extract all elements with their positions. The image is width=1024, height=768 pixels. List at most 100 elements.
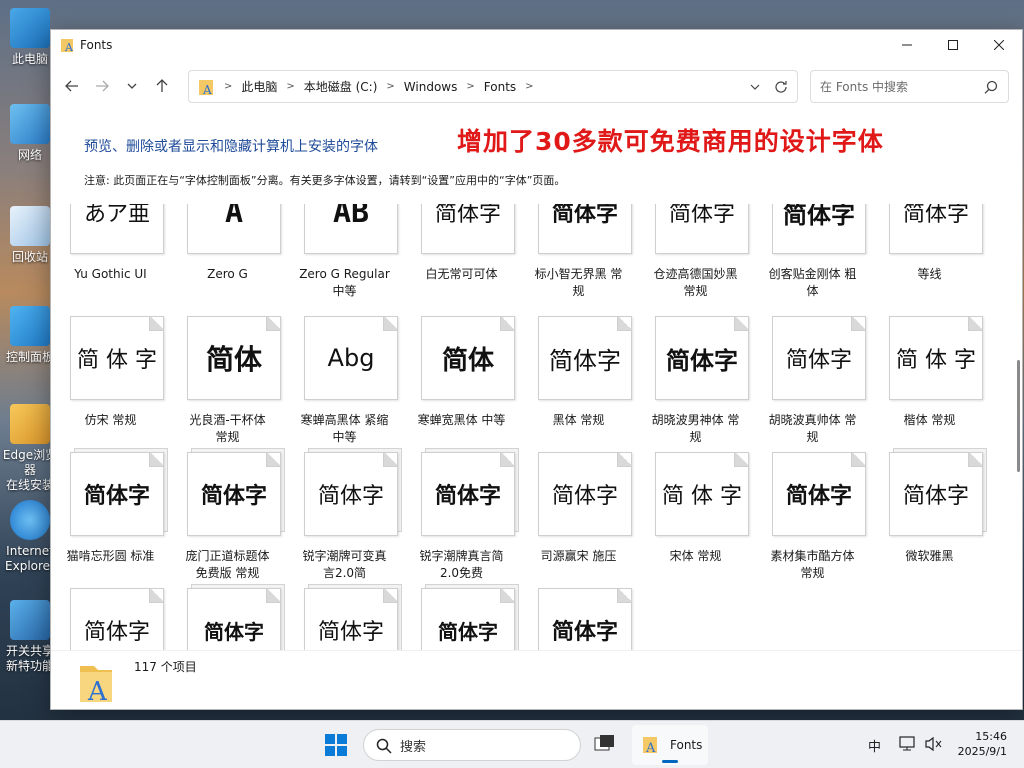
font-tile[interactable]: 简 体 字宋体 常规: [637, 452, 754, 592]
font-tile[interactable]: A Zero G: [169, 204, 286, 310]
font-tile[interactable]: 简体字 司源赢宋 施压: [520, 452, 637, 592]
font-tile[interactable]: 简体字: [169, 584, 286, 650]
breadcrumb-separator[interactable]: >: [286, 81, 294, 92]
font-sample-text: 简体字: [438, 619, 498, 644]
font-tile[interactable]: 简体字 标小智无界黑 常规: [520, 204, 637, 310]
title-bar[interactable]: A Fonts: [51, 30, 1022, 60]
font-style-label: 体: [806, 284, 819, 298]
svg-text:A: A: [202, 83, 212, 96]
font-preview-icon: 简体字: [655, 204, 749, 254]
navigation-bar: A > 此电脑 > 本地磁盘 (C:) > Windows > Fonts > …: [51, 60, 1022, 112]
font-tile[interactable]: 简体字: [403, 584, 520, 650]
task-view-button[interactable]: [594, 733, 616, 758]
taskbar-app-fonts[interactable]: A Fonts: [632, 725, 708, 765]
font-tile[interactable]: 简 体 字楷体 常规: [871, 316, 988, 456]
font-tile[interactable]: 简体字 白无常可可体: [403, 204, 520, 310]
font-preview-icon: 简 体 字: [70, 316, 164, 400]
font-tile[interactable]: 简体字 胡晓波真帅体 常规: [754, 316, 871, 456]
breadcrumb: 此电脑 > 本地磁盘 (C:) > Windows > Fonts >: [241, 78, 542, 95]
breadcrumb-fonts[interactable]: Fonts: [484, 80, 516, 94]
font-tile[interactable]: 简体字 庞门正道标题体 免费版 常规: [169, 448, 286, 592]
maximize-button[interactable]: [930, 30, 976, 60]
volume-tray-button[interactable]: [925, 736, 943, 755]
taskbar-search[interactable]: 搜索: [363, 729, 581, 761]
font-sample-text: 简体: [205, 343, 262, 376]
font-tile[interactable]: 简体 寒蝉宽黑体 中等: [403, 316, 520, 456]
search-icon: [984, 80, 998, 94]
font-tile[interactable]: 简体字: [286, 584, 403, 650]
font-tile[interactable]: 简体字 素材集市酷方体 常规: [754, 452, 871, 592]
font-sample-text: 简体字: [83, 620, 150, 645]
active-indicator: [662, 760, 678, 763]
font-tile[interactable]: 简体字 猫啃忘形圆 标准: [52, 448, 169, 592]
font-sample-text: AB: [332, 204, 370, 230]
scrollbar[interactable]: [1017, 360, 1020, 472]
network-icon: [10, 104, 50, 144]
close-button[interactable]: [976, 30, 1022, 60]
search-input[interactable]: 在 Fonts 中搜索: [820, 78, 908, 95]
font-preview-icon: 简体字: [421, 204, 515, 254]
breadcrumb-separator[interactable]: >: [525, 81, 533, 92]
chevron-down-icon[interactable]: [749, 81, 761, 93]
breadcrumb-separator[interactable]: >: [386, 81, 394, 92]
minimize-button[interactable]: [884, 30, 930, 60]
font-folder-icon: A: [80, 666, 112, 704]
font-sample-text: 简 体 字: [896, 348, 976, 373]
font-style-label: 言2.0简: [322, 566, 367, 580]
font-tile[interactable]: 简体字: [52, 588, 169, 650]
page-note: 注意: 此页面正在与“字体控制面板”分离。有关更多字体设置，请转到“设置”应用中…: [84, 174, 566, 187]
font-style-label: 免费版 常规: [195, 566, 260, 580]
minimize-icon: [902, 44, 912, 46]
font-sample-text: 简 体 字: [77, 348, 157, 373]
font-tile[interactable]: 简体字 锐字潮牌可变真 言2.0简: [286, 448, 403, 592]
forward-button[interactable]: [87, 71, 117, 101]
font-preview-icon: 简体字: [304, 588, 398, 650]
font-tile[interactable]: 简体 光良酒-干杯体 常规: [169, 316, 286, 456]
arrow-up-icon: [156, 79, 168, 92]
font-tile[interactable]: 简体字 仓迹高德国妙黑 常规: [637, 204, 754, 310]
window-controls: [884, 30, 1022, 60]
font-sample-text: 简体字: [668, 204, 735, 227]
font-tile[interactable]: AB Zero G Regular 中等: [286, 204, 403, 310]
font-preview-icon: 简体字: [772, 452, 866, 536]
status-bar: A 117 个项目: [51, 650, 1022, 709]
font-tile[interactable]: 简体字 胡晓波男神体 常规: [637, 316, 754, 456]
font-tile[interactable]: 简体字 黑体 常规: [520, 316, 637, 456]
font-name-label: Zero G Regular: [299, 267, 390, 281]
font-preview-icon: 简体字: [421, 452, 515, 536]
up-button[interactable]: [147, 71, 177, 101]
breadcrumb-separator[interactable]: >: [466, 81, 474, 92]
breadcrumb-local-disk[interactable]: 本地磁盘 (C:): [304, 78, 378, 95]
ime-indicator[interactable]: 中: [868, 736, 881, 755]
address-bar[interactable]: A > 此电脑 > 本地磁盘 (C:) > Windows > Fonts >: [188, 70, 798, 103]
start-button[interactable]: [325, 734, 347, 759]
font-tile[interactable]: 简体字 微软雅黑: [871, 448, 988, 592]
font-preview-icon: 简体: [187, 316, 281, 400]
font-tile[interactable]: あア亜 Yu Gothic UI: [52, 204, 169, 310]
font-tile[interactable]: 简 体 字仿宋 常规: [52, 316, 169, 456]
font-tile[interactable]: 简体字 创客贴金刚体 粗体: [754, 204, 871, 310]
font-tile[interactable]: Abg 寒蝉高黑体 紧缩 中等: [286, 316, 403, 456]
font-tile[interactable]: 简体字: [520, 588, 637, 650]
font-tile[interactable]: 简体字 锐字潮牌真言简 2.0免费: [403, 448, 520, 592]
font-tile[interactable]: 简体字 等线: [871, 204, 988, 310]
recent-locations-button[interactable]: [117, 71, 147, 101]
refresh-icon[interactable]: [774, 80, 788, 94]
taskbar-app-label: Fonts: [670, 738, 703, 752]
breadcrumb-windows[interactable]: Windows: [404, 80, 458, 94]
font-name-label: 微软雅黑: [905, 549, 954, 563]
font-sample-text: Abg: [327, 344, 375, 372]
svg-text:A: A: [64, 41, 74, 53]
back-button[interactable]: [57, 71, 87, 101]
font-sample-text: 简体字: [434, 484, 501, 509]
font-style-label: 规: [572, 284, 585, 298]
network-tray-button[interactable]: [899, 736, 917, 755]
font-preview-icon: 简体字: [538, 316, 632, 400]
windows-logo-icon: [325, 734, 347, 756]
breadcrumb-this-pc[interactable]: 此电脑: [241, 78, 277, 95]
font-sample-text: 简体字: [434, 204, 501, 227]
chevron-down-icon: [127, 83, 137, 89]
search-box[interactable]: 在 Fonts 中搜索: [810, 70, 1009, 103]
taskbar-search-label: 搜索: [400, 739, 427, 755]
system-clock[interactable]: 15:46 2025/9/1: [953, 729, 1007, 759]
